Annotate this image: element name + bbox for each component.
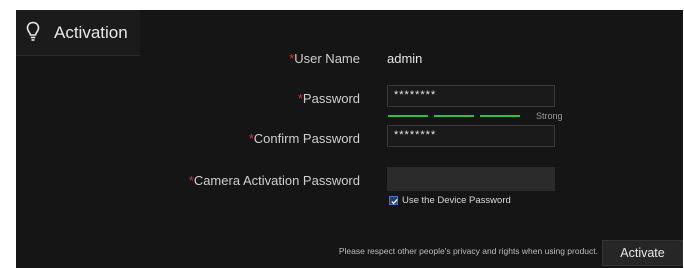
password-field[interactable]: ******** xyxy=(387,85,555,107)
activate-button[interactable]: Activate xyxy=(602,240,683,266)
camera-activation-password-label-text: Camera Activation Password xyxy=(193,173,360,188)
user-name-value: admin xyxy=(387,51,423,66)
confirm-password-field[interactable]: ******** xyxy=(387,125,555,147)
camera-activation-password-field[interactable] xyxy=(387,167,555,191)
lightbulb-icon xyxy=(26,21,40,43)
confirm-password-label: *Confirm Password xyxy=(249,131,360,146)
camera-activation-password-label: *Camera Activation Password xyxy=(189,173,360,188)
activation-panel: Activation *User Name admin *Password **… xyxy=(16,10,683,268)
checkmark-icon xyxy=(391,198,398,205)
user-name-label-text: User Name xyxy=(294,51,360,66)
password-strength-label: Strong xyxy=(536,111,563,121)
strength-bar-1 xyxy=(388,115,428,117)
activation-header: Activation xyxy=(16,10,140,56)
strength-bar-3 xyxy=(480,115,520,117)
password-label: *Password xyxy=(298,91,360,106)
user-name-label: *User Name xyxy=(289,51,360,66)
use-device-password-checkbox[interactable] xyxy=(389,196,398,205)
password-label-text: Password xyxy=(302,91,360,106)
use-device-password-label[interactable]: Use the Device Password xyxy=(402,195,511,206)
privacy-notice: Please respect other people's privacy an… xyxy=(338,246,598,256)
page-title: Activation xyxy=(54,23,128,42)
confirm-password-label-text: Confirm Password xyxy=(253,131,360,146)
strength-bar-2 xyxy=(434,115,474,117)
